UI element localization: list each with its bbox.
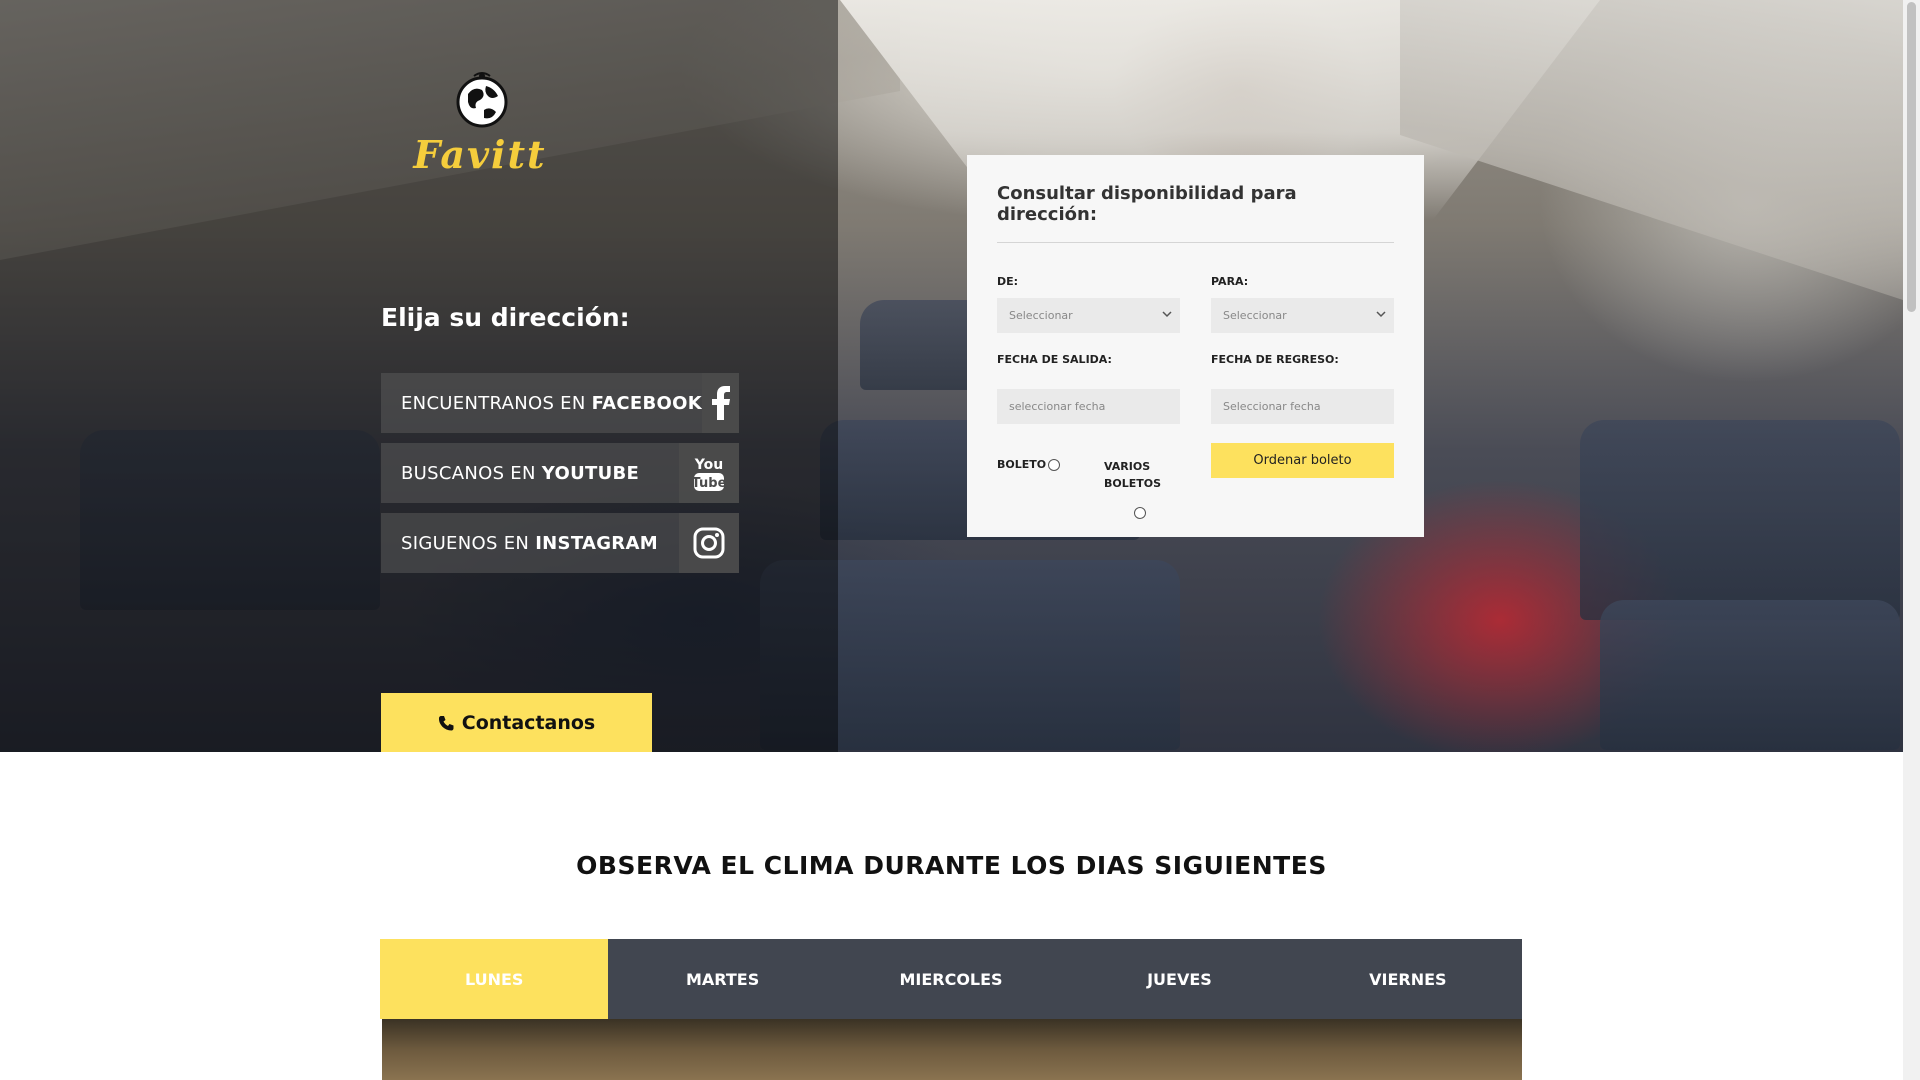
hero-background-seat bbox=[1600, 600, 1900, 750]
phone-icon bbox=[438, 715, 454, 730]
tab-miercoles[interactable]: MIERCOLES bbox=[837, 939, 1065, 1019]
booking-form-title: Consultar disponibilidad para dirección: bbox=[997, 183, 1394, 243]
to-label: PARA: bbox=[1211, 275, 1249, 288]
contact-button[interactable]: Contactanos bbox=[381, 693, 652, 752]
order-ticket-button[interactable]: Ordenar boleto bbox=[1211, 443, 1394, 478]
return-date-input[interactable]: Seleccionar fecha bbox=[1211, 389, 1394, 424]
youtube-link-prefix: BUSCANOS EN bbox=[401, 462, 536, 484]
chevron-down-icon bbox=[1376, 311, 1386, 318]
multiple-tickets-radio[interactable] bbox=[1134, 507, 1146, 519]
facebook-link-network: FACEBOOK bbox=[591, 392, 702, 414]
single-ticket-radio[interactable] bbox=[1048, 459, 1060, 471]
return-date-label: FECHA DE REGRESO: bbox=[1211, 353, 1339, 366]
facebook-link[interactable]: ENCUENTRANOS EN FACEBOOK bbox=[381, 373, 739, 433]
instagram-link-network: INSTAGRAM bbox=[535, 532, 658, 554]
single-ticket-label: BOLETO bbox=[997, 458, 1047, 471]
scrollbar-thumb[interactable] bbox=[1907, 2, 1916, 312]
facebook-link-prefix: ENCUENTRANOS EN bbox=[401, 392, 586, 414]
chevron-down-icon bbox=[1162, 311, 1172, 318]
tab-lunes[interactable]: LUNES bbox=[380, 939, 609, 1019]
hero-background-right-bins bbox=[1400, 0, 1903, 300]
from-select[interactable]: Seleccionar bbox=[997, 298, 1180, 333]
tab-jueves[interactable]: JUEVES bbox=[1065, 939, 1293, 1019]
weather-section-title: OBSERVA EL CLIMA DURANTE LOS DIAS SIGUIE… bbox=[576, 851, 1327, 880]
page-scrollbar[interactable] bbox=[1903, 0, 1920, 1080]
departure-date-label: FECHA DE SALIDA: bbox=[997, 353, 1112, 366]
direction-heading: Elija su dirección: bbox=[381, 303, 630, 332]
youtube-link-network: YOUTUBE bbox=[541, 462, 640, 484]
to-select-value: Seleccionar bbox=[1223, 309, 1287, 322]
tab-viernes[interactable]: VIERNES bbox=[1294, 939, 1522, 1019]
multiple-tickets-label: VARIOS BOLETOS bbox=[1104, 460, 1162, 490]
booking-form: Consultar disponibilidad para dirección:… bbox=[967, 155, 1424, 537]
from-label: DE: bbox=[997, 275, 1019, 288]
departure-date-input[interactable]: seleccionar fecha bbox=[997, 389, 1180, 424]
youtube-link[interactable]: BUSCANOS EN YOUTUBE You Tube bbox=[381, 443, 739, 503]
departure-date-placeholder: seleccionar fecha bbox=[1009, 400, 1106, 413]
instagram-icon bbox=[679, 513, 739, 573]
globe-icon bbox=[456, 72, 508, 128]
hero-section bbox=[0, 0, 1903, 752]
contact-button-label: Contactanos bbox=[461, 711, 596, 734]
instagram-link-prefix: SIGUENOS EN bbox=[401, 532, 530, 554]
instagram-link[interactable]: SIGUENOS EN INSTAGRAM bbox=[381, 513, 739, 573]
brand-name: Favitt bbox=[413, 132, 547, 177]
svg-text:Tube: Tube bbox=[692, 476, 726, 491]
hero-background-seat bbox=[1580, 420, 1900, 620]
social-links: ENCUENTRANOS EN FACEBOOK BUSCANOS EN YOU… bbox=[381, 373, 739, 583]
brand-logo[interactable]: Favitt bbox=[410, 66, 550, 186]
svg-text:You: You bbox=[694, 457, 723, 473]
facebook-icon bbox=[702, 373, 739, 433]
tab-martes[interactable]: MARTES bbox=[608, 939, 836, 1019]
weather-day-tabs: LUNES MARTES MIERCOLES JUEVES VIERNES bbox=[380, 939, 1522, 1019]
youtube-icon: You Tube bbox=[679, 443, 739, 503]
weather-image bbox=[382, 1019, 1522, 1080]
from-select-value: Seleccionar bbox=[1009, 309, 1073, 322]
return-date-placeholder: Seleccionar fecha bbox=[1223, 400, 1321, 413]
to-select[interactable]: Seleccionar bbox=[1211, 298, 1394, 333]
